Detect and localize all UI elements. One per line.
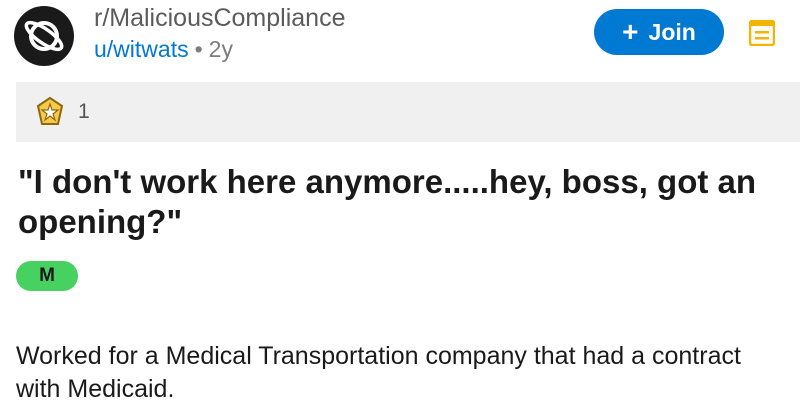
meta-separator: • xyxy=(194,36,203,62)
subreddit-name[interactable]: r/MaliciousCompliance xyxy=(94,4,345,33)
plus-icon: + xyxy=(622,16,639,47)
post-meta: u/witwats • 2y xyxy=(94,36,233,63)
join-label: Join xyxy=(648,18,696,45)
post-title[interactable]: "I don't work here anymore.....hey, boss… xyxy=(18,162,788,242)
join-button[interactable]: + Join xyxy=(594,9,724,55)
post-flair[interactable]: M xyxy=(16,261,78,291)
planet-icon xyxy=(24,20,64,52)
award-count: 1 xyxy=(78,100,90,123)
author-link[interactable]: u/witwats xyxy=(94,36,189,62)
post-body: Worked for a Medical Transportation comp… xyxy=(16,342,741,403)
award-icon[interactable] xyxy=(34,96,66,128)
subreddit-avatar[interactable] xyxy=(14,6,74,66)
post-age: 2y xyxy=(208,36,233,62)
post-header: r/MaliciousCompliance u/witwats • 2y + Joi… xyxy=(0,0,800,80)
awards-bar: 1 xyxy=(16,82,800,142)
menu-icon[interactable] xyxy=(749,20,775,46)
